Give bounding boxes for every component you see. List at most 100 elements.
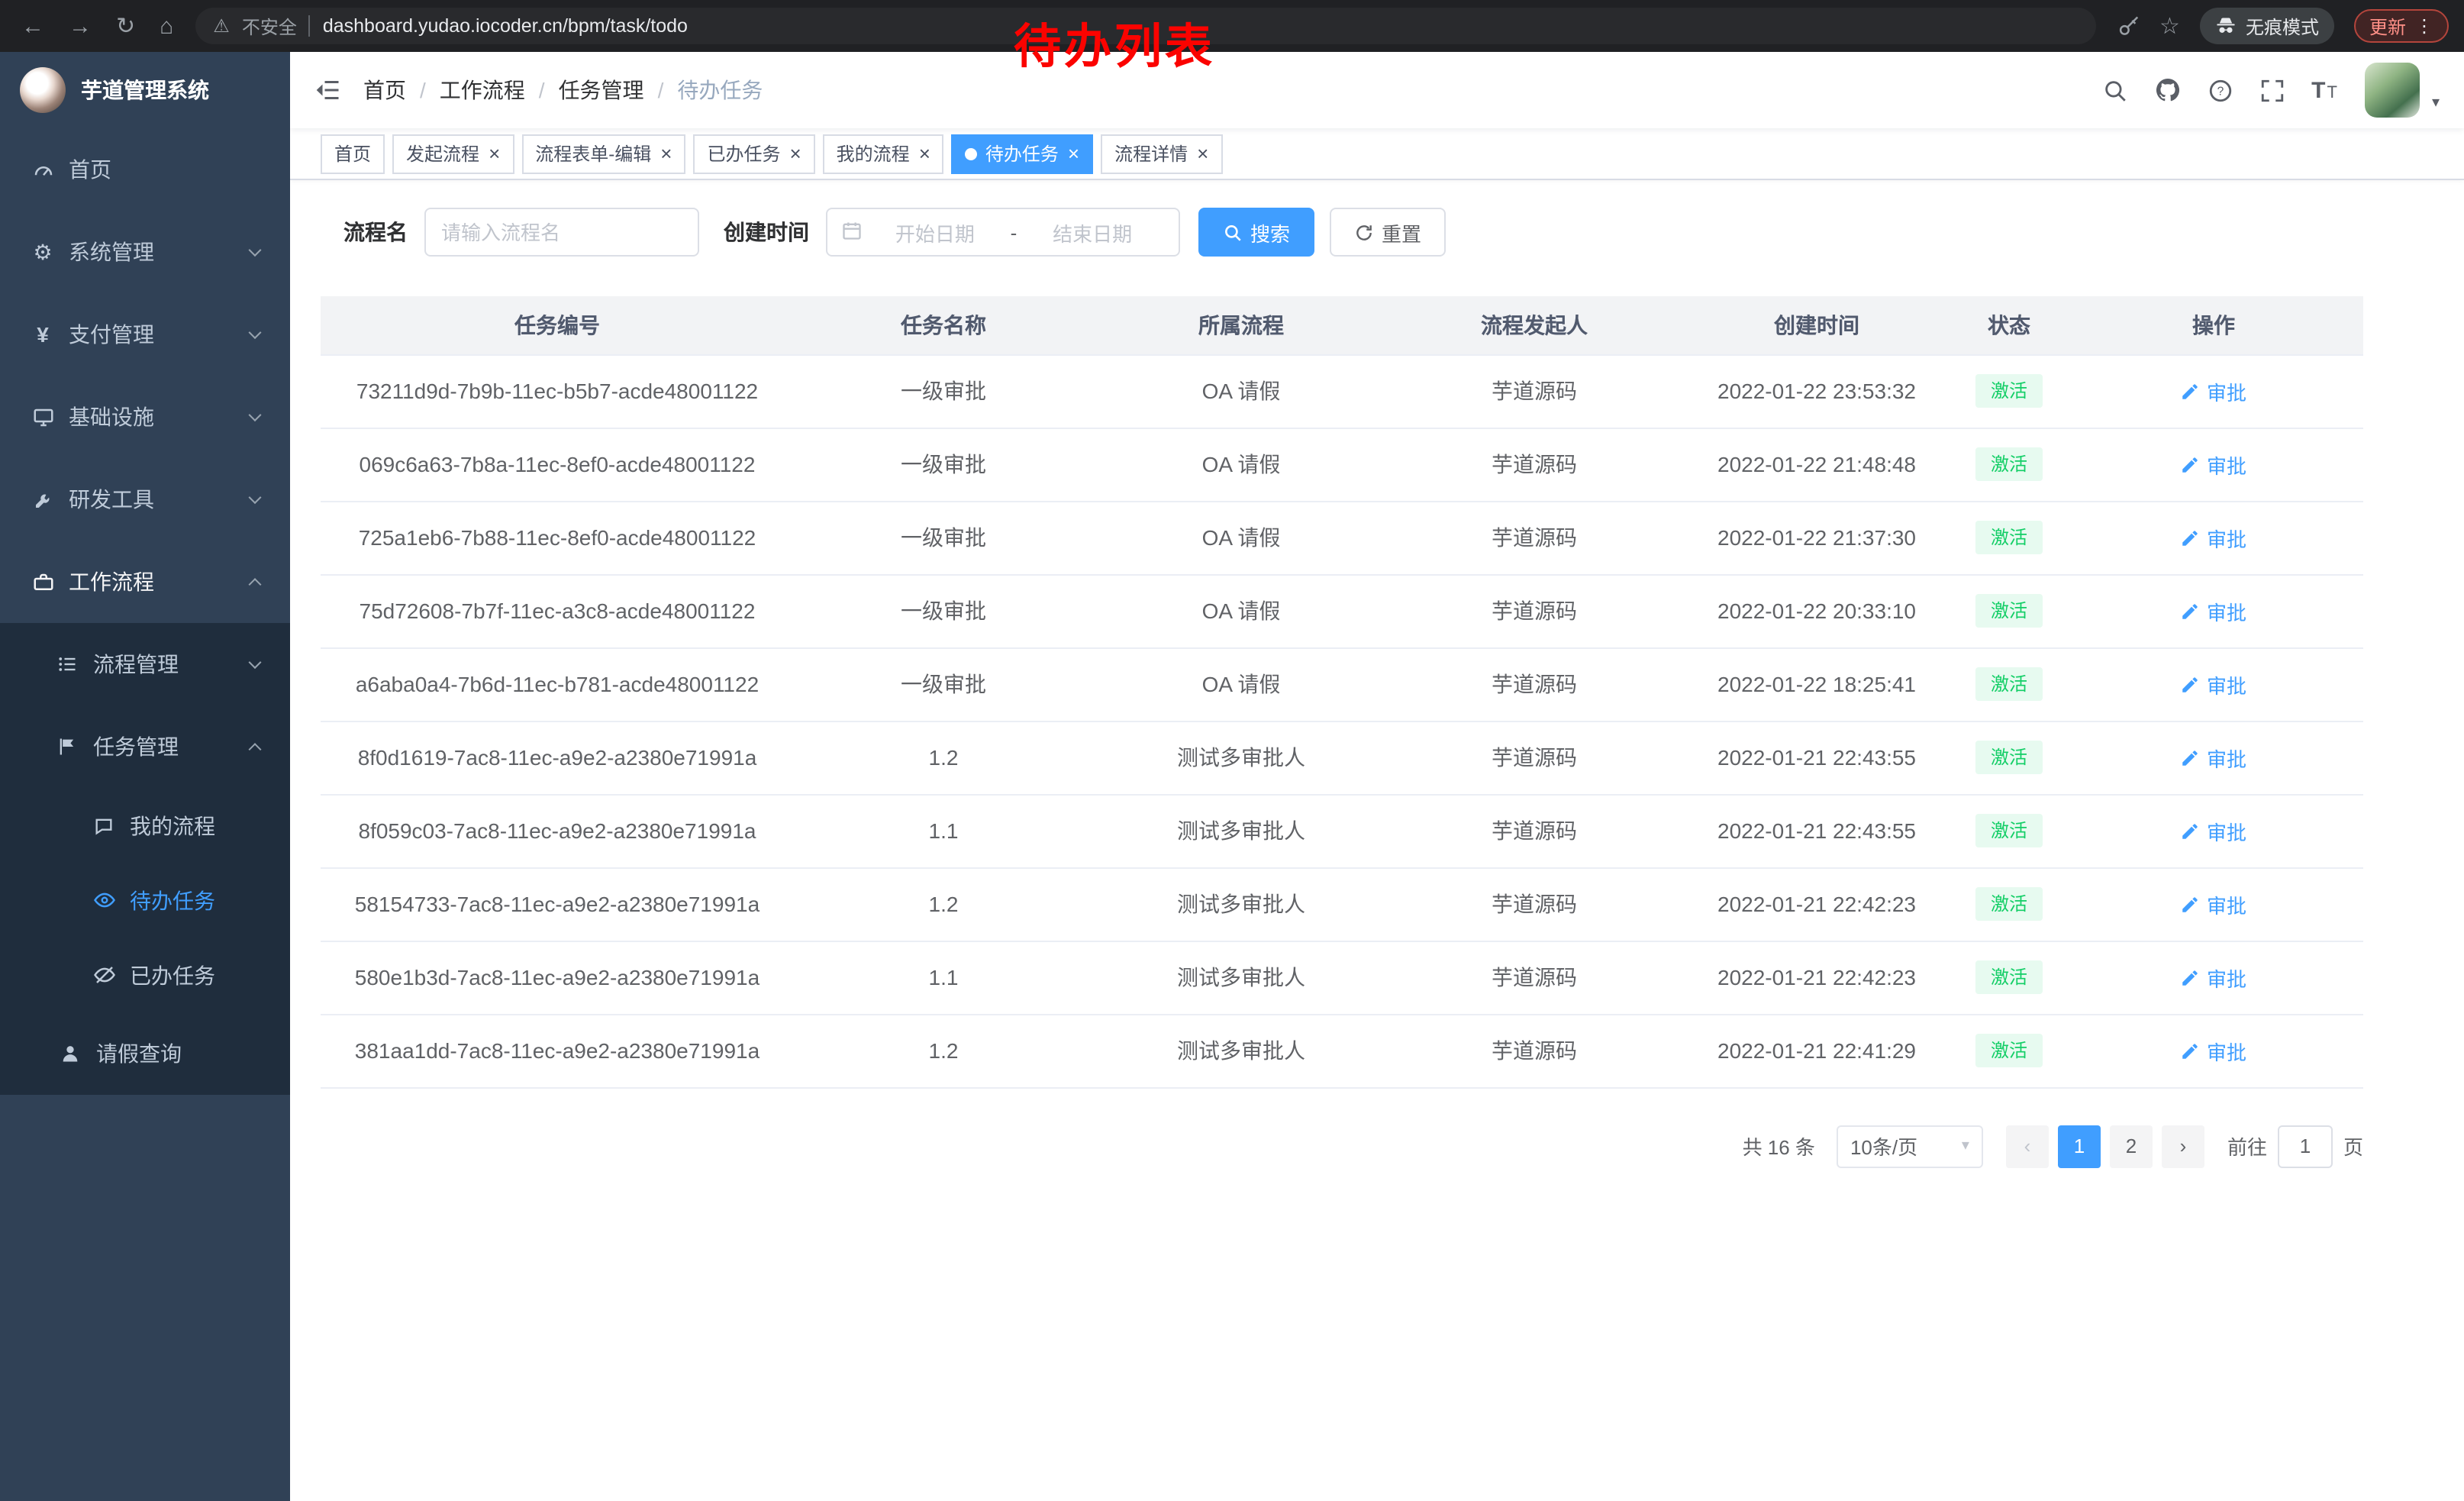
key-icon[interactable] [2117, 15, 2140, 37]
sidebar-item-home[interactable]: 首页 [0, 128, 290, 211]
approve-link[interactable]: 审批 [2181, 963, 2246, 992]
tab-label: 流程表单-编辑 [535, 140, 651, 166]
sidebar-item-todo-tasks[interactable]: 待办任务 [0, 863, 290, 938]
sidebar-item-label: 研发工具 [69, 484, 154, 515]
close-icon[interactable]: × [489, 144, 500, 163]
edit-icon [2181, 381, 2201, 401]
sidebar-item-task-mgmt[interactable]: 任务管理 [0, 705, 290, 788]
tab-home[interactable]: 首页 [321, 134, 385, 173]
reload-icon[interactable]: ↻ [116, 12, 135, 40]
breadcrumb-home[interactable]: 首页 [363, 75, 406, 105]
sidebar-collapse-icon[interactable] [290, 76, 363, 104]
breadcrumb-workflow[interactable]: 工作流程 [440, 75, 525, 105]
sidebar-item-infrastructure[interactable]: 基础设施 [0, 376, 290, 458]
sidebar-item-done-tasks[interactable]: 已办任务 [0, 938, 290, 1012]
back-icon[interactable]: ← [21, 13, 44, 39]
cell-task-name: 1.2 [794, 721, 1093, 794]
tab-process-detail[interactable]: 流程详情× [1101, 134, 1222, 173]
approve-link[interactable]: 审批 [2181, 743, 2246, 772]
approve-label: 审批 [2207, 963, 2246, 992]
browser-nav: ← → ↻ ⌂ [0, 12, 195, 40]
sidebar-item-label: 基础设施 [69, 402, 154, 432]
chevron-down-icon[interactable]: ▾ [2432, 95, 2440, 118]
cell-task-name: 1.1 [794, 794, 1093, 867]
home-icon[interactable]: ⌂ [160, 13, 173, 39]
cell-initiator: 芋道源码 [1389, 428, 1679, 501]
chevron-down-icon [249, 408, 262, 421]
cell-process: OA 请假 [1093, 647, 1389, 721]
sidebar-item-leave-query[interactable]: 请假查询 [0, 1012, 290, 1095]
sidebar-item-devtools[interactable]: 研发工具 [0, 458, 290, 541]
goto-page-input[interactable] [2278, 1125, 2333, 1167]
update-button[interactable]: 更新 ⋮ [2354, 9, 2449, 43]
cell-task-name: 1.2 [794, 1014, 1093, 1087]
page-button-2[interactable]: 2 [2110, 1125, 2153, 1167]
cell-process: 测试多审批人 [1093, 941, 1389, 1014]
tab-my-process[interactable]: 我的流程× [823, 134, 944, 173]
page-size-select[interactable]: 10条/页 ▾ [1837, 1125, 1983, 1167]
cell-created: 2022-01-21 22:42:23 [1679, 867, 1954, 941]
browser-chrome: ← → ↻ ⌂ ⚠ 不安全 dashboard.yudao.iocoder.cn… [0, 0, 2464, 52]
approve-link[interactable]: 审批 [2181, 816, 2246, 845]
tab-start-process[interactable]: 发起流程× [392, 134, 514, 173]
approve-link[interactable]: 审批 [2181, 889, 2246, 918]
close-icon[interactable]: × [1068, 144, 1079, 163]
tab-form-editor[interactable]: 流程表单-编辑 × [521, 134, 685, 173]
approve-link[interactable]: 审批 [2181, 1036, 2246, 1065]
sidebar-item-label: 工作流程 [69, 567, 154, 597]
security-label[interactable]: 不安全 [242, 13, 297, 39]
cell-action: 审批 [2064, 501, 2363, 574]
cell-created: 2022-01-21 22:42:23 [1679, 941, 1954, 1014]
help-icon[interactable]: ? [2208, 77, 2233, 103]
approve-link[interactable]: 审批 [2181, 450, 2246, 479]
cell-process: 测试多审批人 [1093, 867, 1389, 941]
date-range-picker[interactable]: 开始日期 - 结束日期 [826, 208, 1180, 257]
end-date-placeholder[interactable]: 结束日期 [1020, 218, 1165, 247]
briefcase-icon [31, 570, 55, 594]
sidebar-item-my-process[interactable]: 我的流程 [0, 788, 290, 863]
sidebar-item-process-mgmt[interactable]: 流程管理 [0, 623, 290, 705]
github-icon[interactable] [2154, 76, 2182, 104]
cell-task-id: 069c6a63-7b8a-11ec-8ef0-acde48001122 [321, 428, 794, 501]
search-icon[interactable] [2102, 77, 2128, 103]
prev-page-button[interactable]: ‹ [2006, 1125, 2049, 1167]
approve-link[interactable]: 审批 [2181, 670, 2246, 699]
close-icon[interactable]: × [1197, 144, 1208, 163]
approve-link[interactable]: 审批 [2181, 376, 2246, 405]
close-icon[interactable]: × [919, 144, 930, 163]
reset-button[interactable]: 重置 [1330, 208, 1446, 257]
close-icon[interactable]: × [789, 144, 801, 163]
status-badge: 激活 [1975, 887, 2043, 921]
page-button-1[interactable]: 1 [2058, 1125, 2101, 1167]
sidebar-item-workflow[interactable]: 工作流程 [0, 541, 290, 623]
start-date-placeholder[interactable]: 开始日期 [863, 218, 1008, 247]
breadcrumb-task-mgmt[interactable]: 任务管理 [559, 75, 644, 105]
tab-done-tasks[interactable]: 已办任务× [693, 134, 814, 173]
cell-task-id: a6aba0a4-7b6d-11ec-b781-acde48001122 [321, 647, 794, 721]
sidebar-item-system[interactable]: ⚙ 系统管理 [0, 211, 290, 293]
tab-todo-tasks[interactable]: 待办任务× [952, 134, 1093, 173]
fullscreen-icon[interactable] [2259, 77, 2285, 103]
breadcrumb-current: 待办任务 [677, 75, 763, 105]
avatar[interactable] [2365, 63, 2420, 118]
close-icon[interactable]: × [660, 144, 672, 163]
forward-icon[interactable]: → [69, 13, 92, 39]
update-label[interactable]: 更新 [2369, 13, 2406, 39]
approve-link[interactable]: 审批 [2181, 596, 2246, 625]
font-size-icon[interactable]: TT [2311, 77, 2339, 103]
bookmark-star-icon[interactable]: ☆ [2159, 12, 2180, 40]
sidebar-item-payment[interactable]: ¥ 支付管理 [0, 293, 290, 376]
url-text[interactable]: dashboard.yudao.iocoder.cn/bpm/task/todo [323, 15, 688, 37]
process-name-input[interactable] [424, 208, 699, 257]
breadcrumb-separator: / [539, 78, 545, 102]
list-tree-icon [55, 652, 79, 676]
approve-link[interactable]: 审批 [2181, 523, 2246, 552]
browser-menu-icon[interactable]: ⋮ [2415, 15, 2433, 37]
breadcrumb-separator: / [658, 78, 664, 102]
app-logo: 芋道管理系统 [0, 52, 290, 128]
search-button[interactable]: 搜索 [1198, 208, 1314, 257]
svg-text:?: ? [2217, 85, 2224, 98]
next-page-button[interactable]: › [2162, 1125, 2204, 1167]
approve-label: 审批 [2207, 670, 2246, 699]
flag-icon [55, 734, 79, 759]
